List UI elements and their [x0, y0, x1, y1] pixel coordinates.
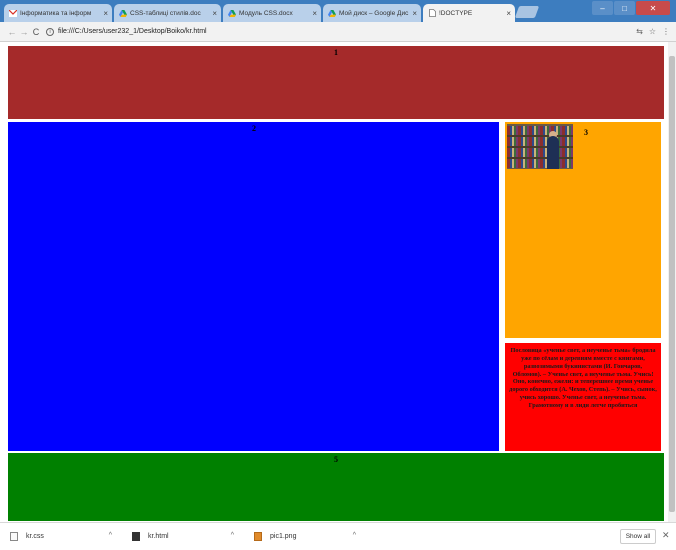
scroll-thumb[interactable]	[669, 56, 675, 512]
bookmark-star-icon[interactable]: ☆	[649, 27, 656, 36]
translate-icon[interactable]: ⇆	[636, 27, 643, 36]
new-tab-button[interactable]	[514, 6, 540, 18]
close-window-button[interactable]: ✕	[636, 1, 670, 15]
tab-title: Мой диск – Google Дис	[339, 9, 409, 17]
download-filename: kr.html	[148, 533, 169, 540]
google-drive-icon	[328, 9, 336, 17]
download-item[interactable]: pic1.png ^	[244, 523, 366, 550]
tab-css-tables[interactable]: CSS-таблиці стилів.doc ×	[114, 4, 221, 22]
tab-doctype[interactable]: !DOCTYPE ×	[423, 4, 515, 22]
info-icon[interactable]: i	[46, 27, 54, 36]
block-number: 1	[334, 48, 338, 57]
gmail-icon	[9, 9, 17, 17]
close-icon[interactable]: ✕	[662, 530, 670, 541]
download-item[interactable]: kr.css ^	[0, 523, 122, 550]
back-icon[interactable]: ←	[6, 25, 18, 39]
html-file-icon	[132, 532, 140, 541]
close-icon[interactable]: ×	[103, 9, 108, 18]
close-icon[interactable]: ×	[506, 9, 511, 18]
main-block: 2	[8, 122, 499, 451]
maximize-button[interactable]: □	[614, 1, 635, 15]
chevron-up-icon[interactable]: ^	[231, 532, 234, 539]
show-all-button[interactable]: Show all	[620, 529, 656, 544]
quote-text: Пословица «ученье свет, а неученье тьма»…	[509, 347, 657, 409]
browser-toolbar: ← → C i file:///C:/Users/user232_1/Deskt…	[0, 22, 676, 42]
library-image	[507, 124, 573, 169]
reload-icon[interactable]: C	[30, 25, 42, 39]
sidebar-block: 3	[505, 122, 661, 338]
block-number: 2	[252, 124, 256, 133]
css-file-icon	[10, 532, 18, 541]
quote-block: Пословица «ученье свет, а неученье тьма»…	[505, 343, 661, 451]
menu-icon[interactable]: ⋮	[662, 27, 670, 36]
page-icon	[428, 9, 436, 17]
google-drive-icon	[119, 9, 127, 17]
tab-title: Модуль CSS.docx	[239, 9, 293, 17]
block-number: 5	[334, 455, 338, 464]
close-icon[interactable]: ×	[312, 9, 317, 18]
chevron-up-icon[interactable]: ^	[353, 532, 356, 539]
download-filename: kr.css	[26, 533, 44, 540]
address-bar[interactable]: i file:///C:/Users/user232_1/Desktop/Boi…	[46, 25, 636, 39]
forward-icon[interactable]: →	[18, 25, 30, 39]
png-file-icon	[254, 532, 262, 541]
tab-title: Інформатика та інформ	[20, 9, 92, 17]
tab-informatyka[interactable]: Інформатика та інформ ×	[4, 4, 112, 22]
tab-title: CSS-таблиці стилів.doc	[130, 9, 201, 17]
page-viewport: 1 2 3 Пословица «ученье свет, а неученье…	[0, 42, 668, 522]
close-icon[interactable]: ×	[212, 9, 217, 18]
google-drive-icon	[228, 9, 236, 17]
tab-strip: Інформатика та інформ × CSS-таблиці стил…	[0, 0, 676, 22]
footer-block: 5	[8, 453, 664, 521]
download-filename: pic1.png	[270, 533, 297, 540]
url-text: file:///C:/Users/user232_1/Desktop/Boiko…	[58, 28, 207, 35]
tab-modul-css[interactable]: Модуль CSS.docx ×	[223, 4, 321, 22]
close-icon[interactable]: ×	[412, 9, 417, 18]
tab-title: !DOCTYPE	[439, 9, 473, 17]
download-item[interactable]: kr.html ^	[122, 523, 244, 550]
header-block: 1	[8, 46, 664, 119]
vertical-scrollbar[interactable]	[668, 42, 676, 522]
tab-google-drive[interactable]: Мой диск – Google Дис ×	[323, 4, 421, 22]
block-number: 3	[584, 128, 588, 137]
chevron-up-icon[interactable]: ^	[109, 532, 112, 539]
minimize-button[interactable]: –	[592, 1, 613, 15]
window-controls: – □ ✕	[592, 1, 670, 15]
download-shelf: kr.css ^ kr.html ^ pic1.png ^	[0, 522, 676, 550]
